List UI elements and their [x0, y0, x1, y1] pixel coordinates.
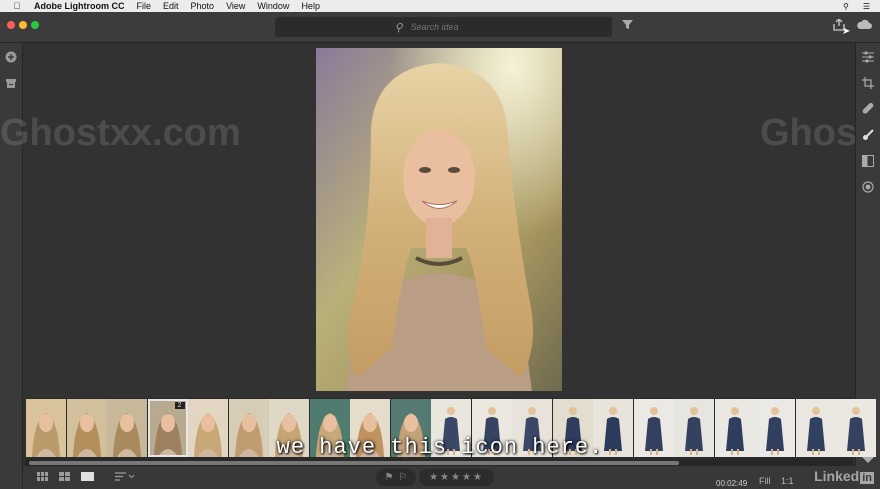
scrollbar-thumb[interactable]	[29, 461, 679, 465]
menu-photo[interactable]: Photo	[191, 1, 215, 11]
add-photos-icon[interactable]	[3, 51, 19, 66]
spotlight-search-icon[interactable]: ⚲	[843, 2, 849, 11]
linkedin-watermark-text: Linked	[814, 468, 860, 484]
sort-icon[interactable]	[115, 472, 135, 484]
pick-flag-icon[interactable]: ⚑	[385, 472, 394, 483]
mouse-cursor: ➤	[842, 26, 851, 37]
search-input[interactable]	[408, 21, 493, 33]
cloud-icon[interactable]	[856, 19, 872, 33]
main-photo[interactable]	[316, 48, 562, 391]
minimize-window-button[interactable]	[19, 21, 27, 29]
brush-icon[interactable]	[860, 129, 876, 144]
zoom-1to1-button[interactable]: 1:1	[781, 476, 794, 486]
healing-icon[interactable]	[860, 102, 876, 118]
timecode: 00:02:49	[716, 479, 748, 488]
mac-menubar:  Adobe Lightroom CC File Edit Photo Vie…	[0, 0, 880, 12]
square-grid-icon[interactable]	[37, 472, 49, 484]
flag-controls: ⚑ ⚐	[376, 469, 416, 486]
menu-edit[interactable]: Edit	[163, 1, 179, 11]
linkedin-watermark: Linked in	[814, 468, 874, 484]
menu-file[interactable]: File	[137, 1, 152, 11]
watermark-left: Ghostxx.com	[0, 112, 241, 154]
menu-view[interactable]: View	[226, 1, 245, 11]
app-name-menu[interactable]: Adobe Lightroom CC	[34, 1, 125, 11]
notification-center-icon[interactable]: ☰	[863, 2, 870, 11]
search-bar[interactable]: ⚲	[275, 17, 612, 37]
crop-icon[interactable]	[860, 77, 876, 92]
library-icon[interactable]	[3, 77, 19, 92]
stack-count-badge: 2	[174, 402, 185, 409]
apple-icon[interactable]: 	[12, 1, 22, 11]
radial-gradient-icon[interactable]	[860, 181, 876, 196]
linkedin-in-logo-icon: in	[860, 472, 874, 484]
bottom-toolbar: ⚑ ⚐ ★★★★★ 00:02:49 Fill 1:1	[23, 466, 856, 489]
search-icon: ⚲	[394, 21, 403, 34]
edit-sliders-icon[interactable]	[860, 51, 876, 66]
menu-help[interactable]: Help	[301, 1, 320, 11]
app-toolbar: ⚲ ➤	[0, 12, 880, 43]
left-toolbar	[0, 43, 23, 489]
close-window-button[interactable]	[7, 21, 15, 29]
reject-flag-icon[interactable]: ⚐	[399, 472, 408, 483]
zoom-fill-button[interactable]: Fill	[759, 476, 771, 486]
star-rating[interactable]: ★★★★★	[419, 469, 494, 486]
video-caption: we have this icon here.	[276, 435, 604, 460]
photo-grid-icon[interactable]	[59, 472, 71, 484]
detail-view-icon[interactable]	[81, 472, 94, 484]
menu-window[interactable]: Window	[257, 1, 289, 11]
linear-gradient-icon[interactable]	[860, 155, 876, 170]
zoom-window-button[interactable]	[31, 21, 39, 29]
filter-icon[interactable]	[622, 19, 633, 33]
